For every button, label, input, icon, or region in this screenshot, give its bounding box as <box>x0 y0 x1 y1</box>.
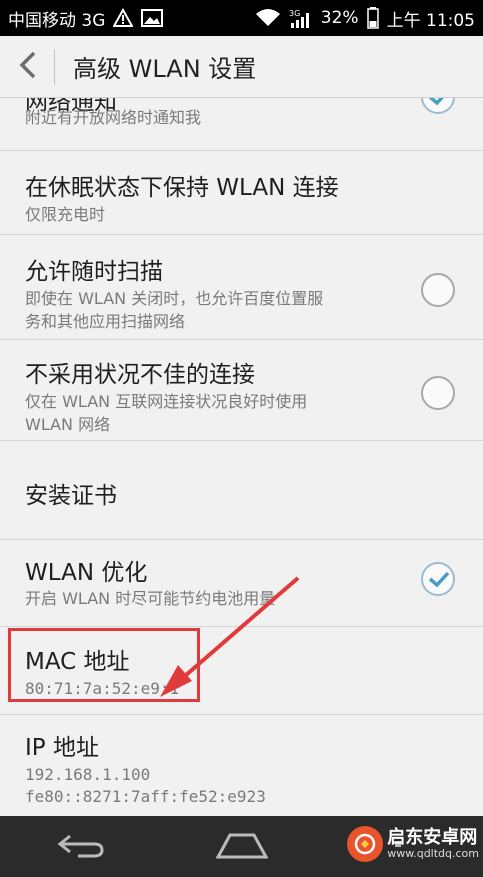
back-button[interactable] <box>0 36 54 98</box>
signal-3g-icon: 3G <box>289 7 313 29</box>
setting-subtitle: 附近有开放网络时通知我 <box>25 108 202 127</box>
chevron-left-icon <box>17 50 37 84</box>
setting-subtitle-line-2: 务和其他应用扫描网络 <box>25 312 186 331</box>
avoid-poor-connections-checkbox[interactable] <box>421 376 455 410</box>
watermark-name: 启东安卓网 <box>387 827 478 849</box>
setting-subtitle: 开启 WLAN 时尽可能节约电池用量 <box>25 589 276 608</box>
setting-title: 允许随时扫描 <box>25 259 163 285</box>
home-icon <box>214 831 269 863</box>
clock: 上午 11:05 <box>386 10 475 31</box>
watermark-url: www.qdltdq.com <box>387 846 479 860</box>
warning-icon <box>113 8 134 28</box>
setting-keep-wlan-sleep[interactable]: 在休眠状态下保持 WLAN 连接 仅限充电时 <box>0 152 483 235</box>
carrier-label: 中国移动 3G <box>8 10 106 31</box>
back-arrow-icon <box>56 830 106 864</box>
setting-title: WLAN 优化 <box>25 560 148 586</box>
network-notification-checkbox[interactable] <box>421 98 455 114</box>
status-bar: 中国移动 3G 3G 32% 上午 11:05 <box>0 0 483 36</box>
setting-subtitle-line-1: 仅在 WLAN 互联网连接状况良好时使用 <box>25 392 308 411</box>
setting-wlan-optimization[interactable]: WLAN 优化 开启 WLAN 时尽可能节约电池用量 <box>0 541 483 627</box>
watermark-logo-icon <box>347 826 384 862</box>
setting-mac-address: MAC 地址 80:71:7a:52:e9:1 <box>0 628 483 715</box>
ip-address-value-1: 192.168.1.100 <box>25 765 151 784</box>
setting-subtitle: 仅限充电时 <box>25 205 106 224</box>
title-bar: 高级 WLAN 设置 <box>0 36 483 98</box>
setting-avoid-poor-connections[interactable]: 不采用状况不佳的连接 仅在 WLAN 互联网连接状况良好时使用 WLAN 网络 <box>0 341 483 441</box>
setting-title: MAC 地址 <box>25 649 130 675</box>
setting-always-scan[interactable]: 允许随时扫描 即使在 WLAN 关闭时，也允许百度位置服 务和其他应用扫描网络 <box>0 236 483 340</box>
page-title: 高级 WLAN 设置 <box>73 55 257 83</box>
setting-network-notification[interactable]: 网络通知 附近有开放网络时通知我 <box>0 98 483 151</box>
wlan-optimization-checkbox[interactable] <box>421 562 455 596</box>
title-divider <box>54 48 55 85</box>
settings-list[interactable]: 网络通知 附近有开放网络时通知我 在休眠状态下保持 WLAN 连接 仅限充电时 … <box>0 98 483 816</box>
nav-home-button[interactable] <box>202 822 282 872</box>
setting-title: 在休眠状态下保持 WLAN 连接 <box>25 175 339 201</box>
battery-icon <box>366 7 379 29</box>
setting-subtitle-line-2: WLAN 网络 <box>25 415 111 434</box>
setting-subtitle-line-1: 即使在 WLAN 关闭时，也允许百度位置服 <box>25 289 324 308</box>
setting-title: 不采用状况不佳的连接 <box>25 362 255 388</box>
setting-ip-address: IP 地址 192.168.1.100 fe80::8271:7aff:fe52… <box>0 716 483 816</box>
wifi-icon <box>255 8 281 28</box>
always-scan-checkbox[interactable] <box>421 273 455 307</box>
watermark: 启东安卓网 www.qdltdq.com <box>347 826 479 862</box>
image-icon <box>141 8 164 28</box>
setting-install-certificates[interactable]: 安装证书 <box>0 442 483 540</box>
mac-address-value: 80:71:7a:52:e9:1 <box>25 679 180 698</box>
setting-title: 安装证书 <box>25 483 117 509</box>
ip-address-value-2: fe80::8271:7aff:fe52:e923 <box>25 787 266 806</box>
battery-percent: 32% <box>320 8 359 28</box>
nav-back-button[interactable] <box>41 822 121 872</box>
setting-title: IP 地址 <box>25 735 99 761</box>
svg-text:3G: 3G <box>289 9 300 18</box>
